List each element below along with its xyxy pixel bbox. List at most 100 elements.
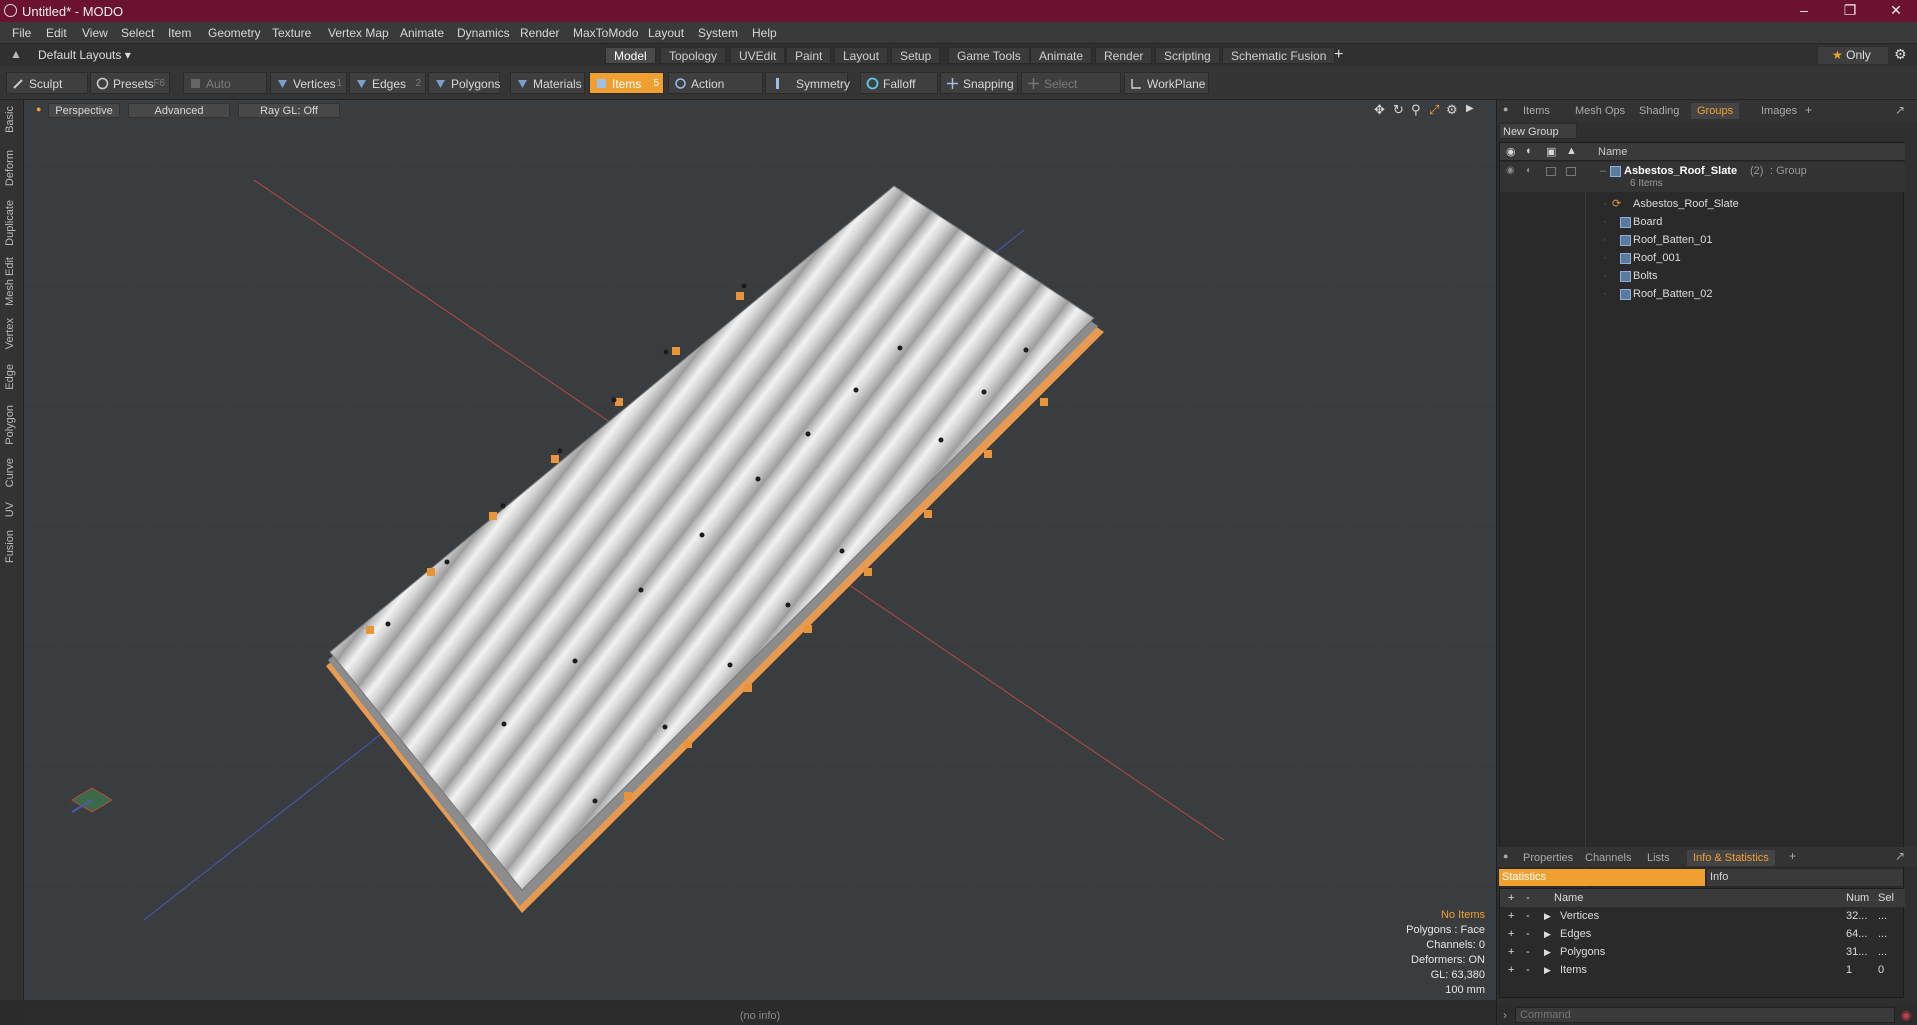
lock-col-icon[interactable]: ▣ — [1546, 145, 1556, 158]
statistics-tab[interactable]: Statistics — [1499, 869, 1705, 886]
expand-all-icon[interactable]: + — [1508, 889, 1514, 907]
menu-file[interactable]: File — [12, 26, 31, 40]
panel-expand-icon[interactable]: ↗ — [1895, 103, 1905, 117]
tab-model[interactable]: Model — [605, 47, 656, 64]
tab-mesh-edit[interactable]: Mesh Edit — [4, 257, 16, 306]
tab-polygon[interactable]: Polygon — [4, 405, 16, 445]
group-collapse-icon[interactable]: – — [1600, 162, 1606, 180]
items-button[interactable]: Items 5 — [589, 72, 664, 94]
remove-icon[interactable]: - — [1526, 907, 1530, 925]
tab-fusion[interactable]: Fusion — [4, 530, 16, 563]
tab-layout[interactable]: Layout — [834, 47, 889, 64]
sculpt-button[interactable]: Sculpt — [6, 72, 88, 94]
add-icon[interactable]: + — [1508, 907, 1514, 925]
tab-lists[interactable]: Lists — [1641, 850, 1676, 866]
close-icon[interactable]: ✕ — [1873, 0, 1917, 22]
viewport-menu-icon[interactable]: ● — [36, 104, 41, 114]
table-row[interactable]: + - ▶ Items 1 0 — [1500, 961, 1905, 979]
tab-mesh-ops[interactable]: Mesh Ops — [1569, 103, 1631, 119]
tab-groups[interactable]: Groups — [1691, 103, 1740, 119]
tab-setup[interactable]: Setup — [891, 47, 941, 64]
tab-animate[interactable]: Animate — [1030, 47, 1093, 64]
menu-system[interactable]: System — [698, 26, 738, 40]
tab-info-statistics[interactable]: Info & Statistics — [1687, 850, 1775, 866]
viewport-settings-icon[interactable]: ⚙ — [1446, 102, 1458, 118]
workplane-button[interactable]: WorkPlane — [1124, 72, 1209, 94]
list-item[interactable]: · Roof_Batten_01 — [1500, 231, 1905, 249]
menu-item[interactable]: Item — [168, 26, 191, 40]
tab-uv[interactable]: UV — [4, 502, 16, 517]
raygl-button[interactable]: Ray GL: Off — [238, 103, 340, 118]
menu-geometry[interactable]: Geometry — [208, 26, 261, 40]
symmetry-button[interactable]: Symmetry — [765, 72, 850, 94]
info-panel-menu-icon[interactable]: ● — [1503, 851, 1508, 861]
tab-scripting[interactable]: Scripting — [1155, 47, 1220, 64]
maximize-icon[interactable]: ❐ — [1827, 0, 1873, 22]
menu-maxtomodo[interactable]: MaxToModo — [573, 26, 638, 40]
collapse-all-icon[interactable]: - — [1526, 889, 1530, 907]
add-panel-tab-icon[interactable]: + — [1805, 103, 1812, 117]
group-visibility-icon[interactable]: ◉ — [1506, 162, 1515, 180]
action-center-button[interactable]: Action Center — [668, 72, 763, 113]
expand-arrow-icon[interactable]: ▶ — [1544, 943, 1551, 961]
table-row[interactable]: + - ▶ Polygons 31... ... — [1500, 943, 1905, 961]
menu-view[interactable]: View — [82, 26, 108, 40]
add-icon[interactable]: + — [1508, 925, 1514, 943]
list-item[interactable]: · Roof_Batten_02 — [1500, 285, 1905, 303]
move-view-icon[interactable]: ✥ — [1374, 102, 1385, 118]
menu-texture[interactable]: Texture — [272, 26, 311, 40]
tab-game-tools[interactable]: Game Tools — [948, 47, 1030, 64]
shading-mode-button[interactable]: Advanced — [128, 103, 230, 118]
rotate-view-icon[interactable]: ↻ — [1393, 102, 1404, 118]
fit-view-icon[interactable]: ⤢ — [1429, 102, 1439, 118]
materials-button[interactable]: Materials — [510, 72, 585, 94]
edges-button[interactable]: Edges 2 — [349, 72, 426, 94]
tab-images[interactable]: Images — [1755, 103, 1803, 119]
tab-curve[interactable]: Curve — [4, 458, 16, 487]
presets-button[interactable]: Presets F6 — [90, 72, 170, 94]
remove-icon[interactable]: - — [1526, 943, 1530, 961]
falloff-button[interactable]: Falloff — [860, 72, 938, 94]
menu-edit[interactable]: Edit — [46, 26, 67, 40]
3d-viewport[interactable] — [24, 100, 1496, 1000]
menu-help[interactable]: Help — [752, 26, 777, 40]
list-item[interactable]: · Roof_001 — [1500, 249, 1905, 267]
scene-canvas[interactable] — [24, 100, 1496, 1000]
menu-layout[interactable]: Layout — [648, 26, 684, 40]
table-row[interactable]: + - ▶ Vertices 32... ... — [1500, 907, 1905, 925]
expand-arrow-icon[interactable]: ▶ — [1544, 961, 1551, 979]
select-through-button[interactable]: Select Through — [1021, 72, 1121, 113]
visibility-col-icon[interactable]: ◉ — [1506, 145, 1516, 158]
minimize-icon[interactable]: – — [1781, 0, 1827, 22]
group-lock-toggle[interactable] — [1546, 167, 1556, 176]
table-row[interactable]: + - ▶ Edges 64... ... — [1500, 925, 1905, 943]
add-info-tab-icon[interactable]: + — [1789, 849, 1796, 863]
menu-select[interactable]: Select — [121, 26, 154, 40]
group-select-toggle[interactable] — [1566, 167, 1576, 176]
remove-icon[interactable]: - — [1526, 961, 1530, 979]
layout-pin-icon[interactable]: ▲ — [10, 47, 22, 61]
expand-arrow-icon[interactable]: ▶ — [1544, 925, 1551, 943]
menu-dynamics[interactable]: Dynamics — [457, 26, 510, 40]
tab-channels[interactable]: Channels — [1579, 850, 1637, 866]
tab-vertex[interactable]: Vertex — [4, 318, 16, 349]
tab-render[interactable]: Render — [1095, 47, 1153, 64]
menu-animate[interactable]: Animate — [400, 26, 444, 40]
expand-arrow-icon[interactable]: ▶ — [1544, 907, 1551, 925]
tab-deform[interactable]: Deform — [4, 150, 16, 186]
info-panel-expand-icon[interactable]: ↗ — [1895, 849, 1905, 863]
only-toggle[interactable]: ★ Only — [1818, 47, 1888, 64]
zoom-view-icon[interactable]: ⚲ — [1411, 102, 1421, 118]
layout-dropdown[interactable]: Default Layouts ▾ — [38, 48, 131, 62]
command-record-icon[interactable]: ◉ — [1901, 1008, 1911, 1022]
tab-edge[interactable]: Edge — [4, 364, 16, 390]
view-mode-button[interactable]: Perspective — [48, 103, 120, 118]
select-col-icon[interactable]: ▲ — [1566, 145, 1577, 157]
add-icon[interactable]: + — [1508, 943, 1514, 961]
auto-select-button[interactable]: Auto Select — [183, 72, 267, 113]
list-item[interactable]: · Board — [1500, 213, 1905, 231]
panel-menu-icon[interactable]: ● — [1503, 104, 1508, 114]
menu-render[interactable]: Render — [520, 26, 559, 40]
add-icon[interactable]: + — [1508, 961, 1514, 979]
snapping-button[interactable]: Snapping — [940, 72, 1018, 94]
